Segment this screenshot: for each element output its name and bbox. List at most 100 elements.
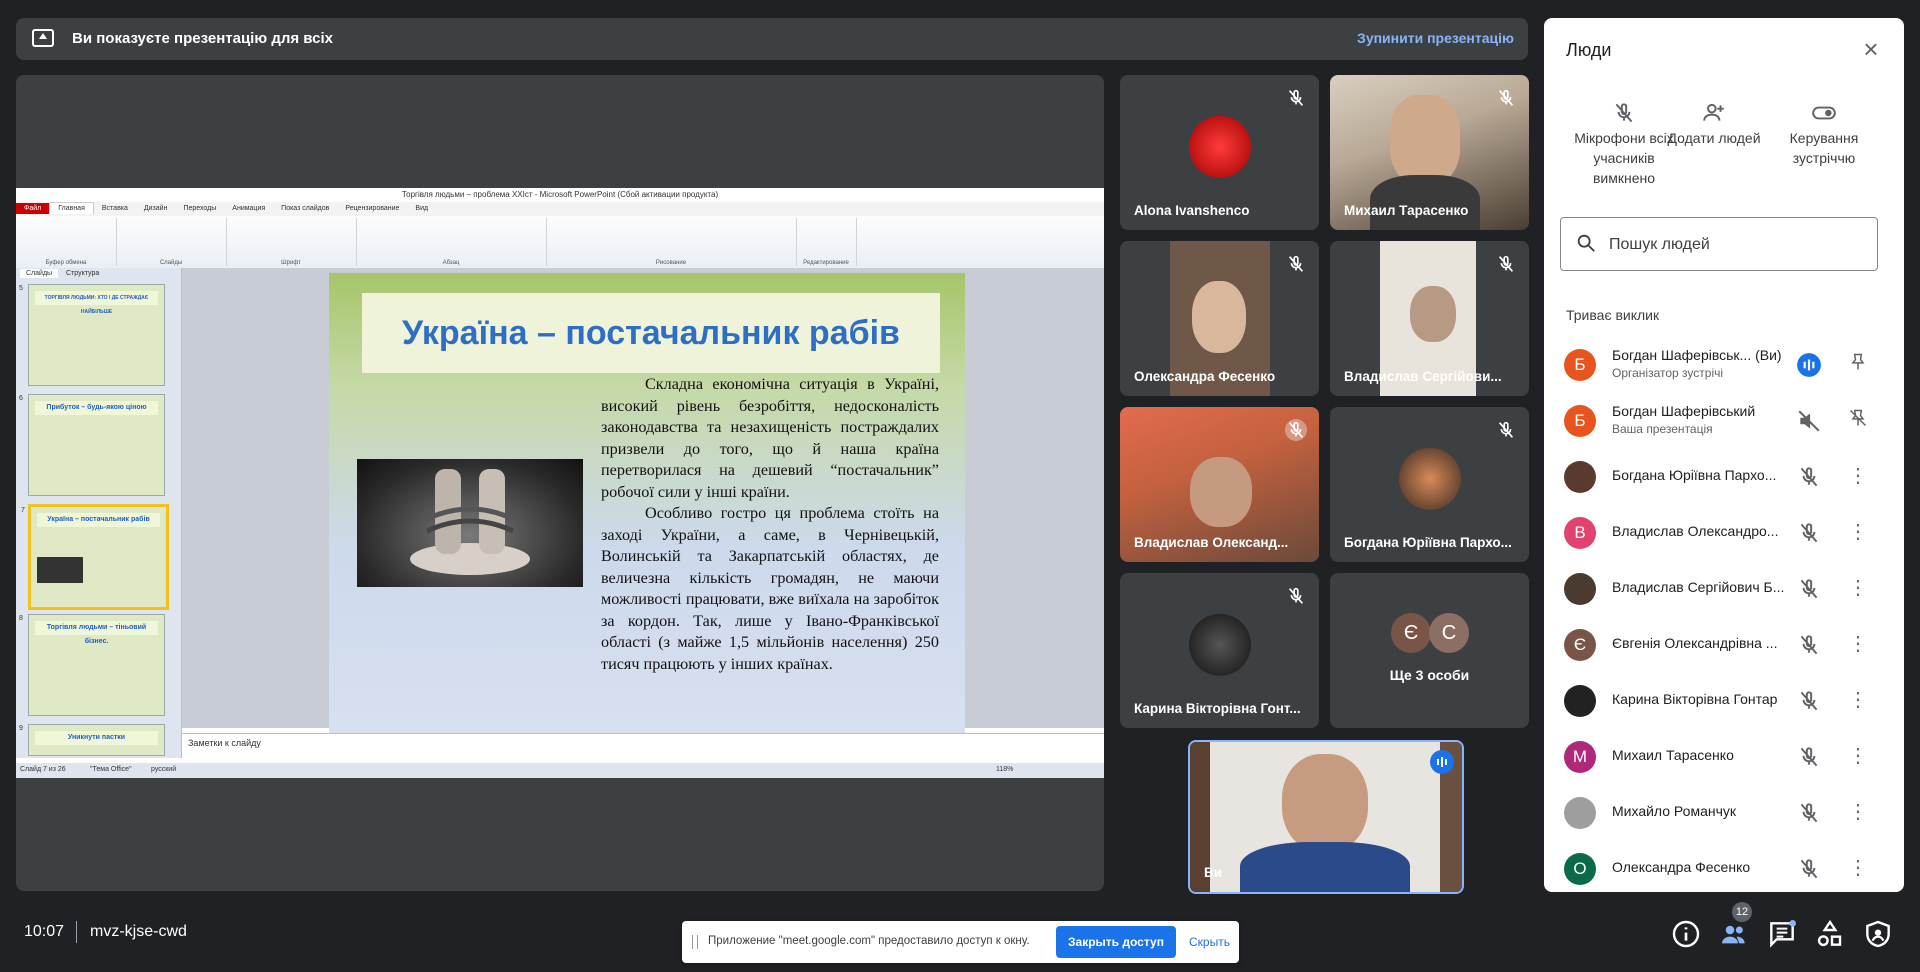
close-icon[interactable]: ×	[1856, 34, 1886, 64]
slide-thumbnail[interactable]: 5 ТОРГІВЛЯ ЛЮДЬМИ: ХТО І ДЕ СТРАЖДАЄ НАЙ…	[19, 284, 165, 386]
self-name: Ви	[1204, 865, 1223, 880]
ribbon-group-paragraph: Абзац	[356, 218, 547, 266]
participant-row[interactable]: Б Богдан Шаферівськ... (Ви) Організатор зу…	[1544, 336, 1904, 392]
share-notice-text: Приложение "meet.google.com" предоставил…	[708, 935, 1030, 947]
ppt-panel-tab-outline[interactable]: Структура	[60, 269, 105, 278]
participant-row[interactable]: Є Євгенія Олександрівна ... ⋮	[1544, 616, 1904, 672]
participant-row[interactable]: О Олександра Фесенко ⋮	[1544, 840, 1904, 892]
participant-name: Михаил Тарасенко	[1344, 203, 1469, 218]
mic-off-icon	[1285, 87, 1307, 109]
more-options-icon[interactable]: ⋮	[1848, 574, 1868, 602]
divider	[76, 921, 77, 943]
slide-thumbnail[interactable]: 6 Прибуток – будь-якою ціною	[19, 394, 165, 496]
volume-off-icon[interactable]	[1796, 408, 1822, 434]
stop-presenting-button[interactable]: Зупинити презентацію	[1357, 30, 1514, 46]
meeting-code: mvz-kjse-cwd	[90, 923, 187, 940]
people-search-input[interactable]	[1607, 230, 1861, 260]
mic-off-icon[interactable]	[1796, 464, 1822, 490]
avatar: Є	[1564, 629, 1596, 661]
participant-row[interactable]: Михайло Романчук ⋮	[1544, 784, 1904, 840]
more-options-icon[interactable]: ⋮	[1848, 686, 1868, 714]
mic-off-icon[interactable]	[1796, 632, 1822, 658]
ppt-tab-slideshow[interactable]: Показ слайдов	[273, 203, 337, 214]
participant-name: Євгенія Олександрівна ...	[1612, 635, 1778, 651]
ppt-ribbon: Буфер обмена Слайды Шрифт Абзац Рисовани…	[16, 216, 1104, 269]
ppt-tab-transitions[interactable]: Переходы	[175, 203, 224, 214]
clock: 10:07	[24, 923, 65, 940]
stop-sharing-button[interactable]: Закрыть доступ	[1056, 926, 1176, 958]
participant-name: Карина Вікторівна Гонт...	[1134, 701, 1301, 716]
shared-screen-tile: Торгівля людьми – проблема XXIст - Micro…	[16, 75, 1104, 891]
participant-tile[interactable]: Михаил Тарасенко	[1330, 75, 1529, 230]
participant-tile[interactable]: Карина Вікторівна Гонт...	[1120, 573, 1319, 728]
ppt-tab-view[interactable]: Вид	[407, 203, 436, 214]
participant-row[interactable]: В Владислав Олександро... ⋮	[1544, 504, 1904, 560]
drag-handle-icon[interactable]	[692, 935, 698, 949]
participant-row[interactable]: Б Богдан Шаферівський Ваша презентація	[1544, 392, 1904, 448]
participant-tile[interactable]: Олександра Фесенко	[1120, 241, 1319, 396]
people-search-box[interactable]	[1560, 217, 1878, 271]
participant-name: Владислав Сергійович Б...	[1612, 579, 1785, 595]
more-options-icon[interactable]: ⋮	[1848, 518, 1868, 546]
mic-off-icon[interactable]	[1796, 856, 1822, 882]
more-options-icon[interactable]: ⋮	[1848, 462, 1868, 490]
more-options-icon[interactable]: ⋮	[1848, 798, 1868, 826]
host-controls-shield-icon[interactable]	[1862, 918, 1894, 950]
activities-icon[interactable]	[1814, 918, 1846, 950]
hide-notice-button[interactable]: Скрыть	[1189, 935, 1230, 949]
ppt-tab-insert[interactable]: Вставка	[94, 203, 136, 214]
self-video-tile[interactable]: Ви	[1188, 740, 1464, 894]
participant-row[interactable]: М Михаил Тарасенко ⋮	[1544, 728, 1904, 784]
ppt-tab-review[interactable]: Рецензирование	[337, 203, 407, 214]
pin-icon[interactable]	[1848, 350, 1868, 378]
mic-off-icon[interactable]	[1796, 688, 1822, 714]
avatar	[1564, 461, 1596, 493]
more-options-icon[interactable]: ⋮	[1848, 854, 1868, 882]
avatar: В	[1564, 517, 1596, 549]
ppt-tab-home[interactable]: Главная	[49, 202, 94, 214]
status-zoom: 118%	[996, 766, 1014, 773]
ppt-panel-tab-slides[interactable]: Слайды	[20, 269, 59, 278]
avatar: М	[1564, 741, 1596, 773]
participant-tile[interactable]: Владислав Сергійови...	[1330, 241, 1529, 396]
more-participants-tile[interactable]: Є С Ще 3 особи	[1330, 573, 1529, 728]
ppt-notes-pane[interactable]: Заметки к слайду	[182, 733, 1104, 764]
chat-icon[interactable]	[1766, 918, 1798, 950]
people-panel-title: Люди	[1566, 40, 1612, 60]
ppt-tab-design[interactable]: Дизайн	[136, 203, 176, 214]
slide-image-chained-feet	[357, 459, 583, 587]
participant-name: Богдан Шаферівськ... (Ви)	[1612, 347, 1782, 363]
mic-off-icon[interactable]	[1796, 744, 1822, 770]
mic-off-icon[interactable]	[1796, 520, 1822, 546]
participant-row[interactable]: Владислав Сергійович Б... ⋮	[1544, 560, 1904, 616]
mic-off-icon[interactable]	[1796, 576, 1822, 602]
info-icon[interactable]	[1670, 918, 1702, 950]
more-options-icon[interactable]: ⋮	[1848, 630, 1868, 658]
add-people-button[interactable]: Додати людей	[1666, 100, 1762, 148]
more-options-icon[interactable]: ⋮	[1848, 742, 1868, 770]
person-add-icon	[1666, 100, 1762, 128]
ppt-ribbon-tabs: Файл Главная Вставка Дизайн Переходы Анимация…	[16, 202, 1104, 216]
mic-off-icon[interactable]	[1796, 800, 1822, 826]
host-controls-button[interactable]: Керування зустріччю	[1764, 100, 1884, 168]
status-slide-count: Слайд 7 из 26	[20, 766, 66, 773]
ppt-panel-tabs: Слайды Структура	[20, 269, 105, 278]
ppt-tab-animation[interactable]: Анимация	[224, 203, 273, 214]
participant-tile[interactable]: Alona Ivanshenco	[1120, 75, 1319, 230]
slide-thumbnail[interactable]: 9 Уникнути пастки	[19, 724, 165, 756]
ppt-status-bar: Слайд 7 из 26 "Тема Office" русский 118%	[16, 763, 1104, 778]
participant-name: Карина Вікторівна Гонтар	[1612, 691, 1778, 707]
ribbon-group-editing: Редактирование	[796, 218, 857, 266]
ppt-tab-file[interactable]: Файл	[16, 203, 50, 214]
mic-off-icon	[1285, 585, 1307, 607]
pin-off-icon[interactable]	[1848, 406, 1868, 434]
slide-thumbnail-selected[interactable]: 7 Україна – постачальник рабів	[21, 504, 169, 610]
participant-tile[interactable]: Богдана Юріївна Пархо...	[1330, 407, 1529, 562]
slide-thumbnail[interactable]: 8 Торгівля людьми – тіньовий бізнес.	[19, 614, 165, 716]
people-icon[interactable]	[1718, 918, 1750, 950]
participant-row[interactable]: Карина Вікторівна Гонтар ⋮	[1544, 672, 1904, 728]
participant-name: Богдан Шаферівський	[1612, 403, 1756, 419]
participant-tile[interactable]: Владислав Олександ...	[1120, 407, 1319, 562]
participant-row[interactable]: Богдана Юріївна Пархо... ⋮	[1544, 448, 1904, 504]
speaking-indicator-icon[interactable]	[1796, 352, 1822, 378]
